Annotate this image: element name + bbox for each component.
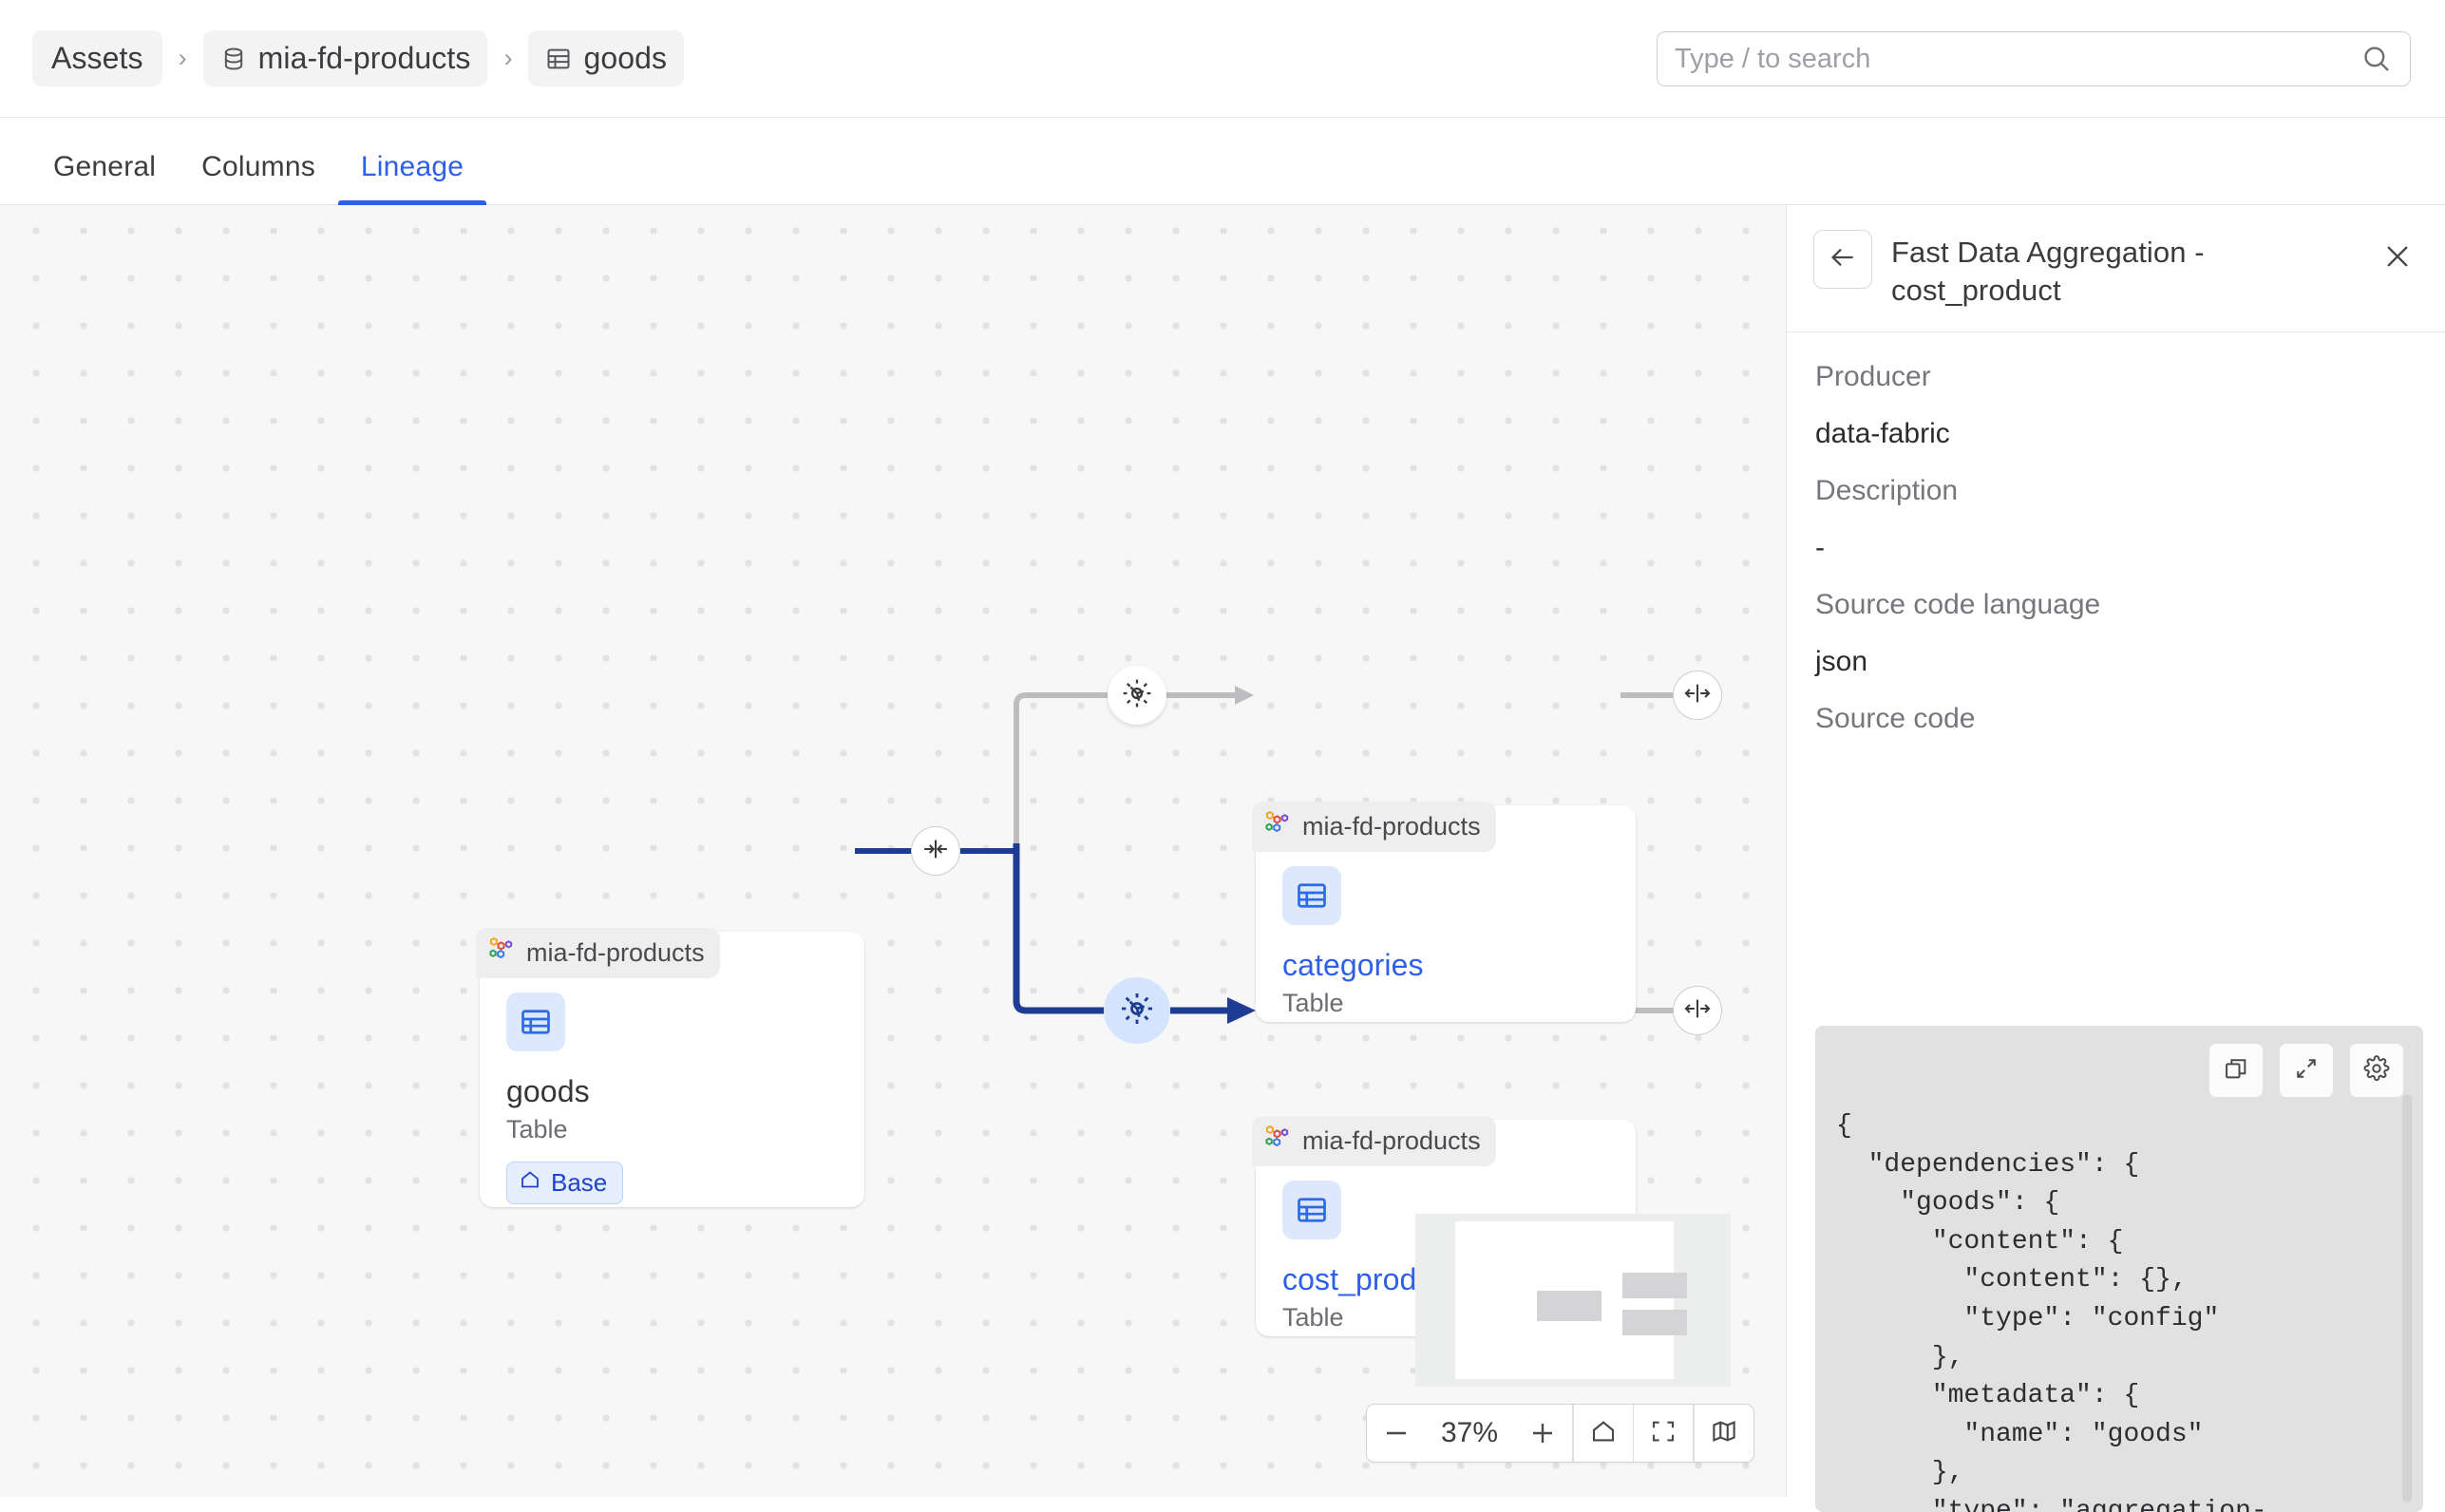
status-badge-base-label: Base xyxy=(551,1168,608,1197)
field-label-source-code: Source code xyxy=(1815,703,1976,735)
table-icon xyxy=(545,46,572,72)
source-code-toolbar xyxy=(2208,1043,2404,1098)
node-subtitle-categories: Table xyxy=(1282,989,1344,1017)
breadcrumb-separator: › xyxy=(178,44,187,72)
back-button[interactable] xyxy=(1813,230,1872,289)
minimap[interactable] xyxy=(1415,1214,1731,1387)
fullscreen-code-button[interactable] xyxy=(2279,1043,2334,1098)
expand-downstream-categories-button[interactable] xyxy=(1673,671,1722,720)
search-input[interactable] xyxy=(1675,43,2360,75)
fullscreen-icon xyxy=(2293,1055,2320,1087)
collapse-upstream-button[interactable] xyxy=(911,826,960,876)
details-panel: Fast Data Aggregation - cost_product Pro… xyxy=(1787,205,2445,1512)
field-value-description: - xyxy=(1815,532,1825,564)
breadcrumb-label-goods: goods xyxy=(583,41,668,75)
status-badge-base[interactable]: Base xyxy=(506,1162,624,1204)
zoom-level-label: 37% xyxy=(1440,1417,1499,1448)
search-box[interactable] xyxy=(1657,31,2411,86)
details-panel-header: Fast Data Aggregation - cost_product xyxy=(1787,205,2445,333)
fit-screen-icon xyxy=(1649,1417,1677,1450)
home-icon xyxy=(519,1168,541,1198)
table-icon xyxy=(506,992,565,1051)
field-value-producer: data-fabric xyxy=(1815,418,1950,450)
zoom-in-button[interactable] xyxy=(1513,1405,1572,1462)
zoom-out-button[interactable] xyxy=(1367,1405,1426,1462)
minimap-node xyxy=(1622,1310,1687,1335)
node-chip-label-categories: mia-fd-products xyxy=(1302,812,1481,841)
tab-columns-label: Columns xyxy=(201,151,315,182)
lineage-node-goods[interactable]: mia-fd-products goods Table Base xyxy=(476,928,864,1207)
process-gear-categories-button[interactable] xyxy=(1108,666,1166,725)
expand-horizontal-icon xyxy=(1683,994,1712,1028)
node-subtitle-goods: Table xyxy=(506,1115,568,1143)
map-icon xyxy=(1710,1417,1738,1450)
gear-icon xyxy=(1118,990,1156,1032)
tab-general[interactable]: General xyxy=(30,151,179,204)
node-chip-label-cost-product: mia-fd-products xyxy=(1302,1126,1481,1155)
breadcrumb-item-mia-fd-products[interactable]: mia-fd-products xyxy=(202,30,488,86)
node-chip-label-goods: mia-fd-products xyxy=(526,938,705,967)
arrow-left-icon xyxy=(1828,242,1858,277)
breadcrumb-label-assets: Assets xyxy=(51,41,143,75)
expand-downstream-cost-product-button[interactable] xyxy=(1673,986,1722,1035)
tab-bar: General Columns Lineage xyxy=(0,118,2445,206)
table-icon xyxy=(1282,866,1341,925)
node-title-goods: goods xyxy=(506,1074,590,1108)
gear-icon xyxy=(2363,1054,2390,1087)
database-icon xyxy=(220,46,247,72)
fit-view-button[interactable] xyxy=(1634,1405,1693,1462)
field-label-source-code-language: Source code language xyxy=(1815,589,2101,621)
process-gear-cost-product-button[interactable] xyxy=(1104,977,1170,1044)
copy-code-button[interactable] xyxy=(2208,1043,2264,1098)
hexagon-cluster-icon xyxy=(1263,1124,1292,1159)
breadcrumb-separator-2: › xyxy=(503,44,513,72)
tab-lineage-label: Lineage xyxy=(360,151,464,182)
field-value-source-code-language: json xyxy=(1815,646,1868,678)
field-label-producer: Producer xyxy=(1815,361,1931,393)
hexagon-cluster-icon xyxy=(487,936,516,971)
field-label-description: Description xyxy=(1815,475,1959,507)
tab-lineage[interactable]: Lineage xyxy=(337,151,487,206)
tab-general-label: General xyxy=(53,151,157,182)
top-bar: Assets › mia-fd-products › goods Type / … xyxy=(0,0,2445,118)
node-chip-goods: mia-fd-products xyxy=(476,928,720,978)
hexagon-cluster-icon xyxy=(1263,809,1292,844)
details-panel-title: Fast Data Aggregation - cost_product xyxy=(1891,236,2205,307)
node-chip-cost-product: mia-fd-products xyxy=(1252,1116,1496,1166)
search-container xyxy=(1657,31,2411,86)
node-title-categories[interactable]: categories xyxy=(1282,948,1609,983)
home-icon xyxy=(1589,1417,1618,1450)
source-code-scrollbar[interactable] xyxy=(2402,1094,2412,1503)
minimap-node xyxy=(1622,1273,1687,1298)
copy-icon xyxy=(2223,1055,2249,1087)
close-button[interactable] xyxy=(2377,237,2418,279)
breadcrumb: Assets › mia-fd-products › goods xyxy=(0,30,685,86)
lineage-node-categories[interactable]: mia-fd-products categories Table xyxy=(1252,802,1636,1022)
search-icon[interactable] xyxy=(2360,43,2393,75)
node-chip-categories: mia-fd-products xyxy=(1252,802,1496,852)
toggle-minimap-button[interactable] xyxy=(1695,1405,1753,1462)
close-icon xyxy=(2381,240,2414,277)
code-settings-button[interactable] xyxy=(2349,1043,2404,1098)
table-icon xyxy=(1282,1181,1341,1239)
breadcrumb-item-goods[interactable]: goods xyxy=(528,30,685,86)
tab-columns[interactable]: Columns xyxy=(179,151,338,204)
source-code-text: { "dependencies": { "goods": { "content"… xyxy=(1836,1111,2267,1512)
breadcrumb-item-assets[interactable]: Assets xyxy=(32,30,162,86)
lineage-canvas[interactable]: mia-fd-products goods Table Base mia-fd-… xyxy=(0,205,1786,1497)
expand-horizontal-icon xyxy=(1683,679,1712,712)
breadcrumb-label-mia-fd-products: mia-fd-products xyxy=(257,41,471,75)
gear-icon xyxy=(1120,676,1154,715)
details-panel-body: Producer data-fabric Description - Sourc… xyxy=(1787,332,2445,735)
collapse-horizontal-icon xyxy=(921,835,950,868)
minimap-node xyxy=(1537,1291,1602,1321)
reset-view-button[interactable] xyxy=(1574,1405,1633,1462)
zoom-controls: 37% xyxy=(1366,1404,1754,1463)
source-code-block[interactable]: { "dependencies": { "goods": { "content"… xyxy=(1815,1026,2423,1512)
